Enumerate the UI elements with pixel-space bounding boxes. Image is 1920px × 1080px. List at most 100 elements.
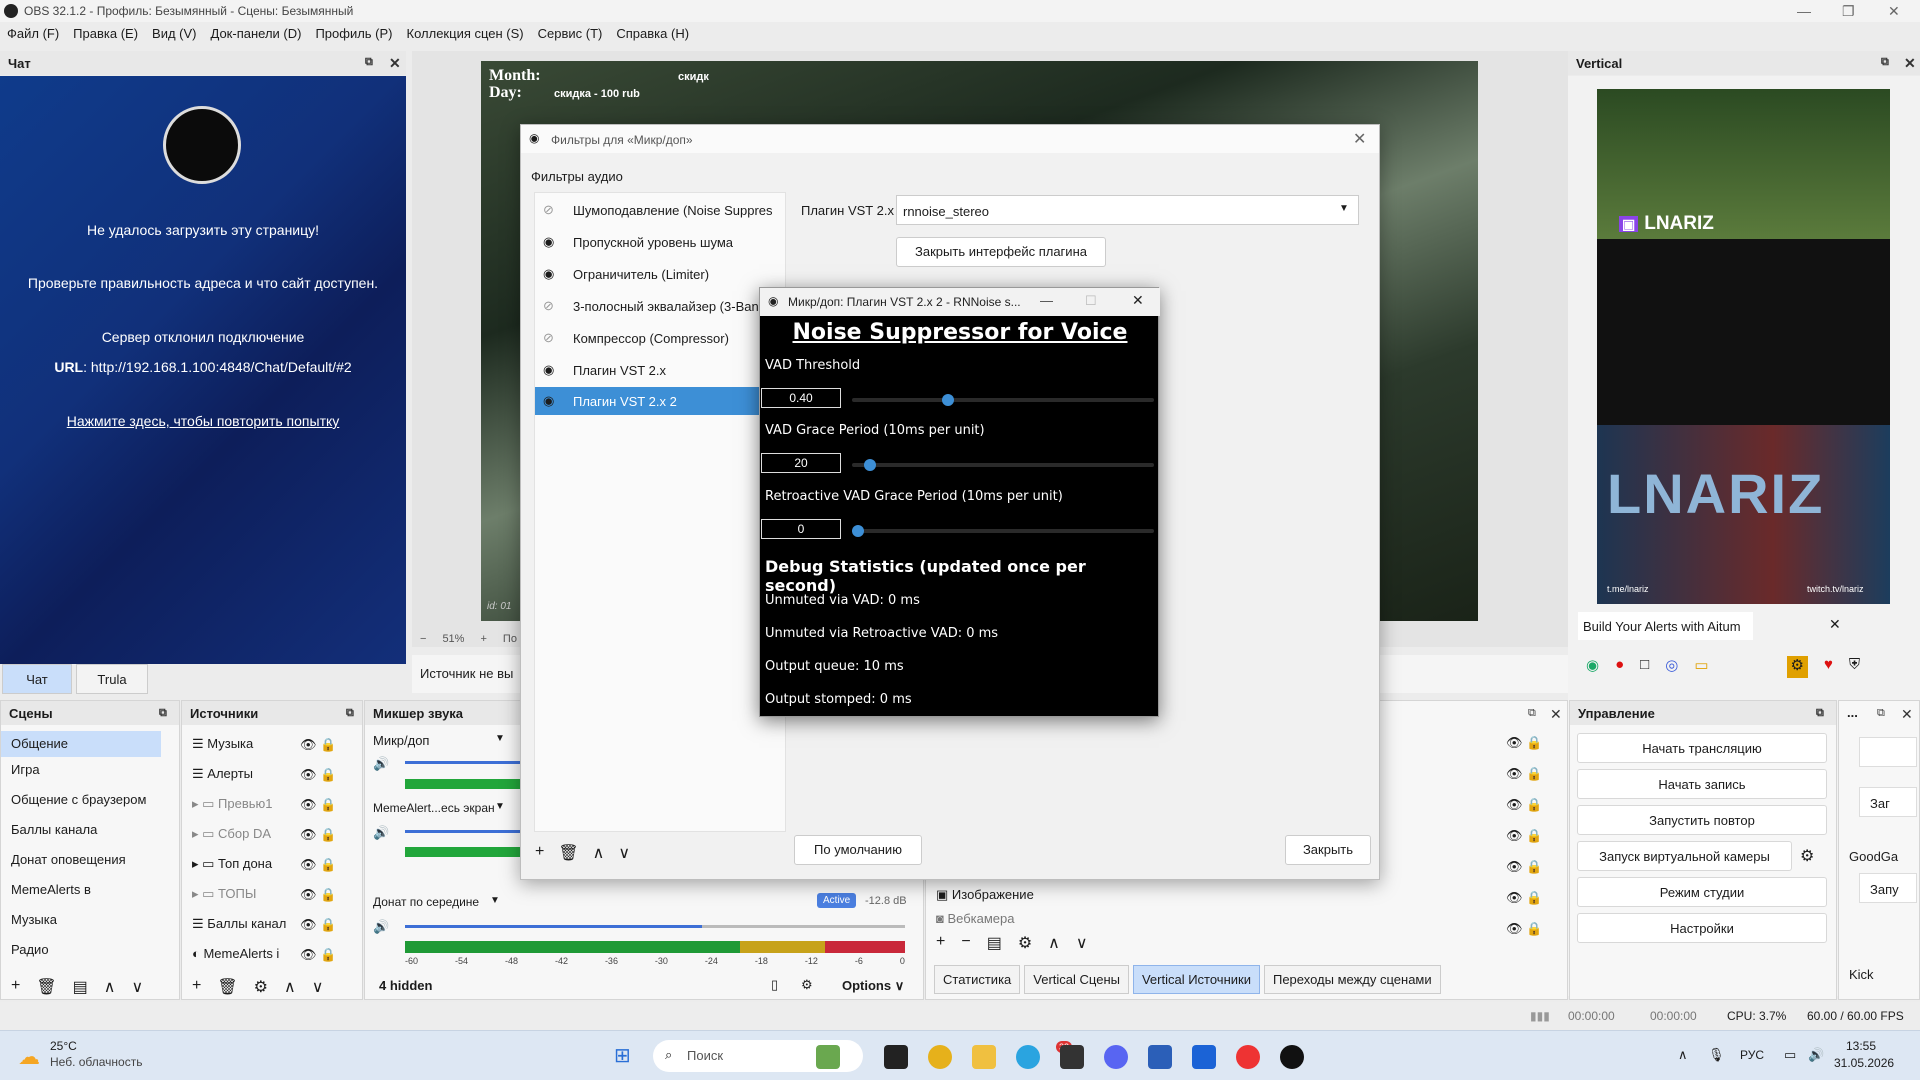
source-item[interactable]: ▸ ▭ Сбор DA <box>182 821 300 847</box>
menu-docks[interactable]: Док-панели (D) <box>211 26 302 46</box>
source-item[interactable]: ☰ Баллы канал <box>182 911 300 937</box>
chat-retry-link[interactable]: Нажмите здесь, чтобы повторить попытку <box>0 413 406 429</box>
eye-icon[interactable]: ◉ <box>543 362 554 378</box>
close-plugin-ui-button[interactable]: Закрыть интерфейс плагина <box>896 237 1106 267</box>
filter-item[interactable]: Компрессор (Compressor) <box>535 324 785 352</box>
mixer-options-button[interactable]: Options ∨ <box>842 978 904 994</box>
eye-icon[interactable]: 👁 🔒 <box>300 857 336 873</box>
retro-grace-input[interactable]: 0 <box>761 519 841 539</box>
yandex-icon[interactable] <box>1236 1045 1260 1069</box>
chevron-down-icon[interactable]: ▼ <box>495 733 505 744</box>
remove-icon[interactable]: − <box>961 933 970 953</box>
filter-item[interactable]: Шумоподавление (Noise Suppres <box>535 196 785 224</box>
close-icon[interactable]: ✕ <box>1132 292 1144 309</box>
alert-bar[interactable]: Build Your Alerts with Aitum <box>1578 612 1753 640</box>
filter-item[interactable]: Плагин VST 2.x <box>535 356 785 384</box>
xo-app-icon[interactable] <box>1192 1045 1216 1069</box>
settings-icon[interactable]: ⚙ <box>1786 656 1808 678</box>
eye-icon[interactable]: 👁 🔒 <box>1506 735 1542 751</box>
vsource-item[interactable]: ◙ Вебкамера <box>936 911 1015 926</box>
dialog-close-icon[interactable]: ✕ <box>1353 129 1366 149</box>
start-record-button[interactable]: Начать запись <box>1577 769 1827 799</box>
minimize-icon[interactable]: — <box>1040 293 1053 308</box>
source-item[interactable]: ◐ MemeAlerts i <box>182 941 300 967</box>
tab-stats[interactable]: Статистика <box>934 965 1021 994</box>
word-icon[interactable] <box>1148 1045 1172 1069</box>
volume-slider[interactable] <box>405 830 525 833</box>
obs-taskbar-icon[interactable] <box>1280 1045 1304 1069</box>
menu-tools[interactable]: Сервис (T) <box>538 26 603 46</box>
gear-icon[interactable]: ⚙ <box>254 977 268 997</box>
down-icon[interactable]: ∨ <box>618 843 630 863</box>
up-icon[interactable]: ∧ <box>284 977 296 997</box>
down-icon[interactable]: ∨ <box>312 977 324 997</box>
vad-threshold-input[interactable]: 0.40 <box>761 388 841 408</box>
zoom-out-button[interactable]: − <box>420 633 426 645</box>
chevron-down-icon[interactable]: ▼ <box>1339 203 1349 214</box>
minimize-icon[interactable]: — <box>1797 3 1811 19</box>
dock-close-icon[interactable]: ✕ <box>389 55 401 72</box>
eye-off-icon[interactable]: ⊘ <box>543 330 554 346</box>
scene-item[interactable]: Баллы канала <box>1 817 167 843</box>
slider-knob[interactable] <box>852 525 864 537</box>
eye-icon[interactable]: 👁 🔒 <box>300 887 336 903</box>
scene-item[interactable]: MemeAlerts в <box>1 877 167 903</box>
volume-slider[interactable] <box>405 925 905 928</box>
undock-icon[interactable]: ⧉ <box>1528 707 1536 720</box>
scene-item[interactable]: Игра <box>1 757 167 783</box>
add-icon[interactable]: + <box>192 977 201 997</box>
scene-item[interactable]: Общение с браузером <box>1 787 167 813</box>
eye-icon[interactable]: 👁 🔒 <box>300 917 336 933</box>
alert-close-icon[interactable]: ✕ <box>1829 616 1841 633</box>
folder-icon[interactable] <box>972 1045 996 1069</box>
discord-icon[interactable] <box>1104 1045 1128 1069</box>
source-item[interactable]: ☰ Алерты <box>182 761 300 787</box>
scene-item[interactable]: Радио <box>1 937 167 963</box>
close-button[interactable]: Закрыть <box>1285 835 1371 865</box>
stream-icon[interactable]: ◉ <box>1586 656 1599 678</box>
dock-close-icon[interactable]: ✕ <box>1550 706 1562 723</box>
eye-off-icon[interactable]: ⊘ <box>543 202 554 218</box>
studio-mode-button[interactable]: Режим студии <box>1577 877 1827 907</box>
chrome-icon[interactable] <box>928 1045 952 1069</box>
eye-icon[interactable]: 👁 🔒 <box>300 797 336 813</box>
volume-icon[interactable]: 🔊 <box>1808 1047 1824 1063</box>
extra-button[interactable]: Запу <box>1859 873 1917 903</box>
filter-item[interactable]: Пропускной уровень шума <box>535 228 785 256</box>
dock-close-icon[interactable]: ✕ <box>1904 55 1916 72</box>
down-icon[interactable]: ∨ <box>1076 933 1088 953</box>
layout-icon[interactable]: ▯ <box>771 977 778 993</box>
source-item[interactable]: ▸ ▭ ТОПЫ <box>182 881 300 907</box>
terminal-app-icon[interactable] <box>884 1045 908 1069</box>
menu-file[interactable]: Файл (F) <box>7 26 59 46</box>
tab-transitions[interactable]: Переходы между сценами <box>1263 965 1441 994</box>
maximize-icon[interactable]: ☐ <box>1085 293 1097 309</box>
trash-icon[interactable]: 🗑 <box>558 843 578 863</box>
volume-slider[interactable] <box>405 761 525 764</box>
extra-button[interactable]: Заг <box>1859 787 1917 817</box>
chevron-down-icon[interactable]: ▼ <box>490 895 500 906</box>
eye-icon[interactable]: 👁 🔒 <box>1506 921 1542 937</box>
menu-edit[interactable]: Правка (E) <box>73 26 138 46</box>
add-icon[interactable]: + <box>11 977 20 997</box>
eye-icon[interactable]: 👁 🔒 <box>300 947 336 963</box>
dock-close-icon[interactable]: ✕ <box>1901 706 1913 723</box>
add-icon[interactable]: + <box>936 933 945 953</box>
tab-trula[interactable]: Trula <box>76 664 148 694</box>
eye-icon[interactable]: 👁 🔒 <box>1506 766 1542 782</box>
filter-item[interactable]: Ограничитель (Limiter) <box>535 260 785 288</box>
eye-icon[interactable]: 👁 🔒 <box>1506 797 1542 813</box>
telegram-icon[interactable] <box>1016 1045 1040 1069</box>
up-icon[interactable]: ∧ <box>104 977 116 997</box>
record-icon[interactable]: ● <box>1615 656 1624 678</box>
speaker-icon[interactable]: 🔊 <box>373 919 389 935</box>
network-icon[interactable]: ▭ <box>1784 1047 1796 1063</box>
vertical-preview[interactable]: ▣ LNARIZ LNARIZ t.me/lnariz twitch.tv/lna… <box>1597 89 1890 604</box>
extra-button[interactable] <box>1859 737 1917 767</box>
source-item[interactable]: ▸ ▭ Топ дона <box>182 851 300 877</box>
scene-item[interactable]: Музыка <box>1 907 167 933</box>
eye-off-icon[interactable]: ⊘ <box>543 298 554 314</box>
vsource-item[interactable]: ▣ Изображение <box>936 887 1034 903</box>
retro-grace-slider[interactable] <box>852 525 1154 537</box>
chevron-up-icon[interactable]: ∧ <box>1678 1047 1688 1063</box>
